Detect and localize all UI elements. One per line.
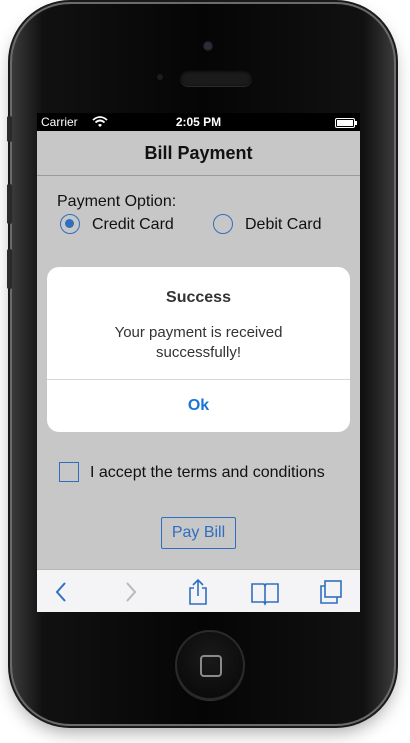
terms-checkbox[interactable] (59, 462, 79, 482)
home-square-icon (200, 655, 222, 677)
navigation-bar: Bill Payment (37, 131, 360, 176)
forward-icon[interactable] (115, 578, 145, 606)
pay-bill-button[interactable]: Pay Bill (161, 517, 236, 549)
page-title: Bill Payment (144, 143, 253, 163)
success-alert: Success Your payment is received success… (47, 267, 350, 432)
payment-option-label: Payment Option: (57, 193, 177, 210)
alert-message: Your payment is received successfully! (114, 324, 283, 361)
earpiece-speaker (180, 70, 252, 86)
status-time: 2:05 PM (175, 115, 222, 129)
tabs-icon[interactable] (316, 578, 346, 606)
front-camera (203, 41, 213, 51)
battery-icon (335, 118, 357, 128)
status-bar: Carrier 2:05 PM (37, 113, 360, 131)
volume-down-button (7, 249, 12, 289)
back-icon[interactable] (47, 578, 77, 606)
credit-card-radio[interactable] (60, 214, 80, 234)
share-icon[interactable] (183, 578, 213, 606)
alert-ok-button[interactable]: Ok (47, 380, 350, 432)
credit-card-label[interactable]: Credit Card (92, 216, 174, 234)
home-button[interactable] (175, 630, 245, 700)
volume-up-button (7, 184, 12, 224)
terms-label[interactable]: I accept the terms and conditions (90, 464, 325, 482)
bookmarks-icon[interactable] (250, 578, 280, 606)
debit-card-label[interactable]: Debit Card (245, 216, 321, 234)
device-frame: Carrier 2:05 PM Bill Payment Payment Opt… (0, 0, 410, 743)
screen: Carrier 2:05 PM Bill Payment Payment Opt… (37, 113, 360, 612)
mute-switch (7, 116, 12, 142)
alert-title: Success (166, 289, 231, 306)
debit-card-radio[interactable] (213, 214, 233, 234)
browser-toolbar (37, 569, 360, 612)
proximity-sensor (157, 74, 163, 80)
